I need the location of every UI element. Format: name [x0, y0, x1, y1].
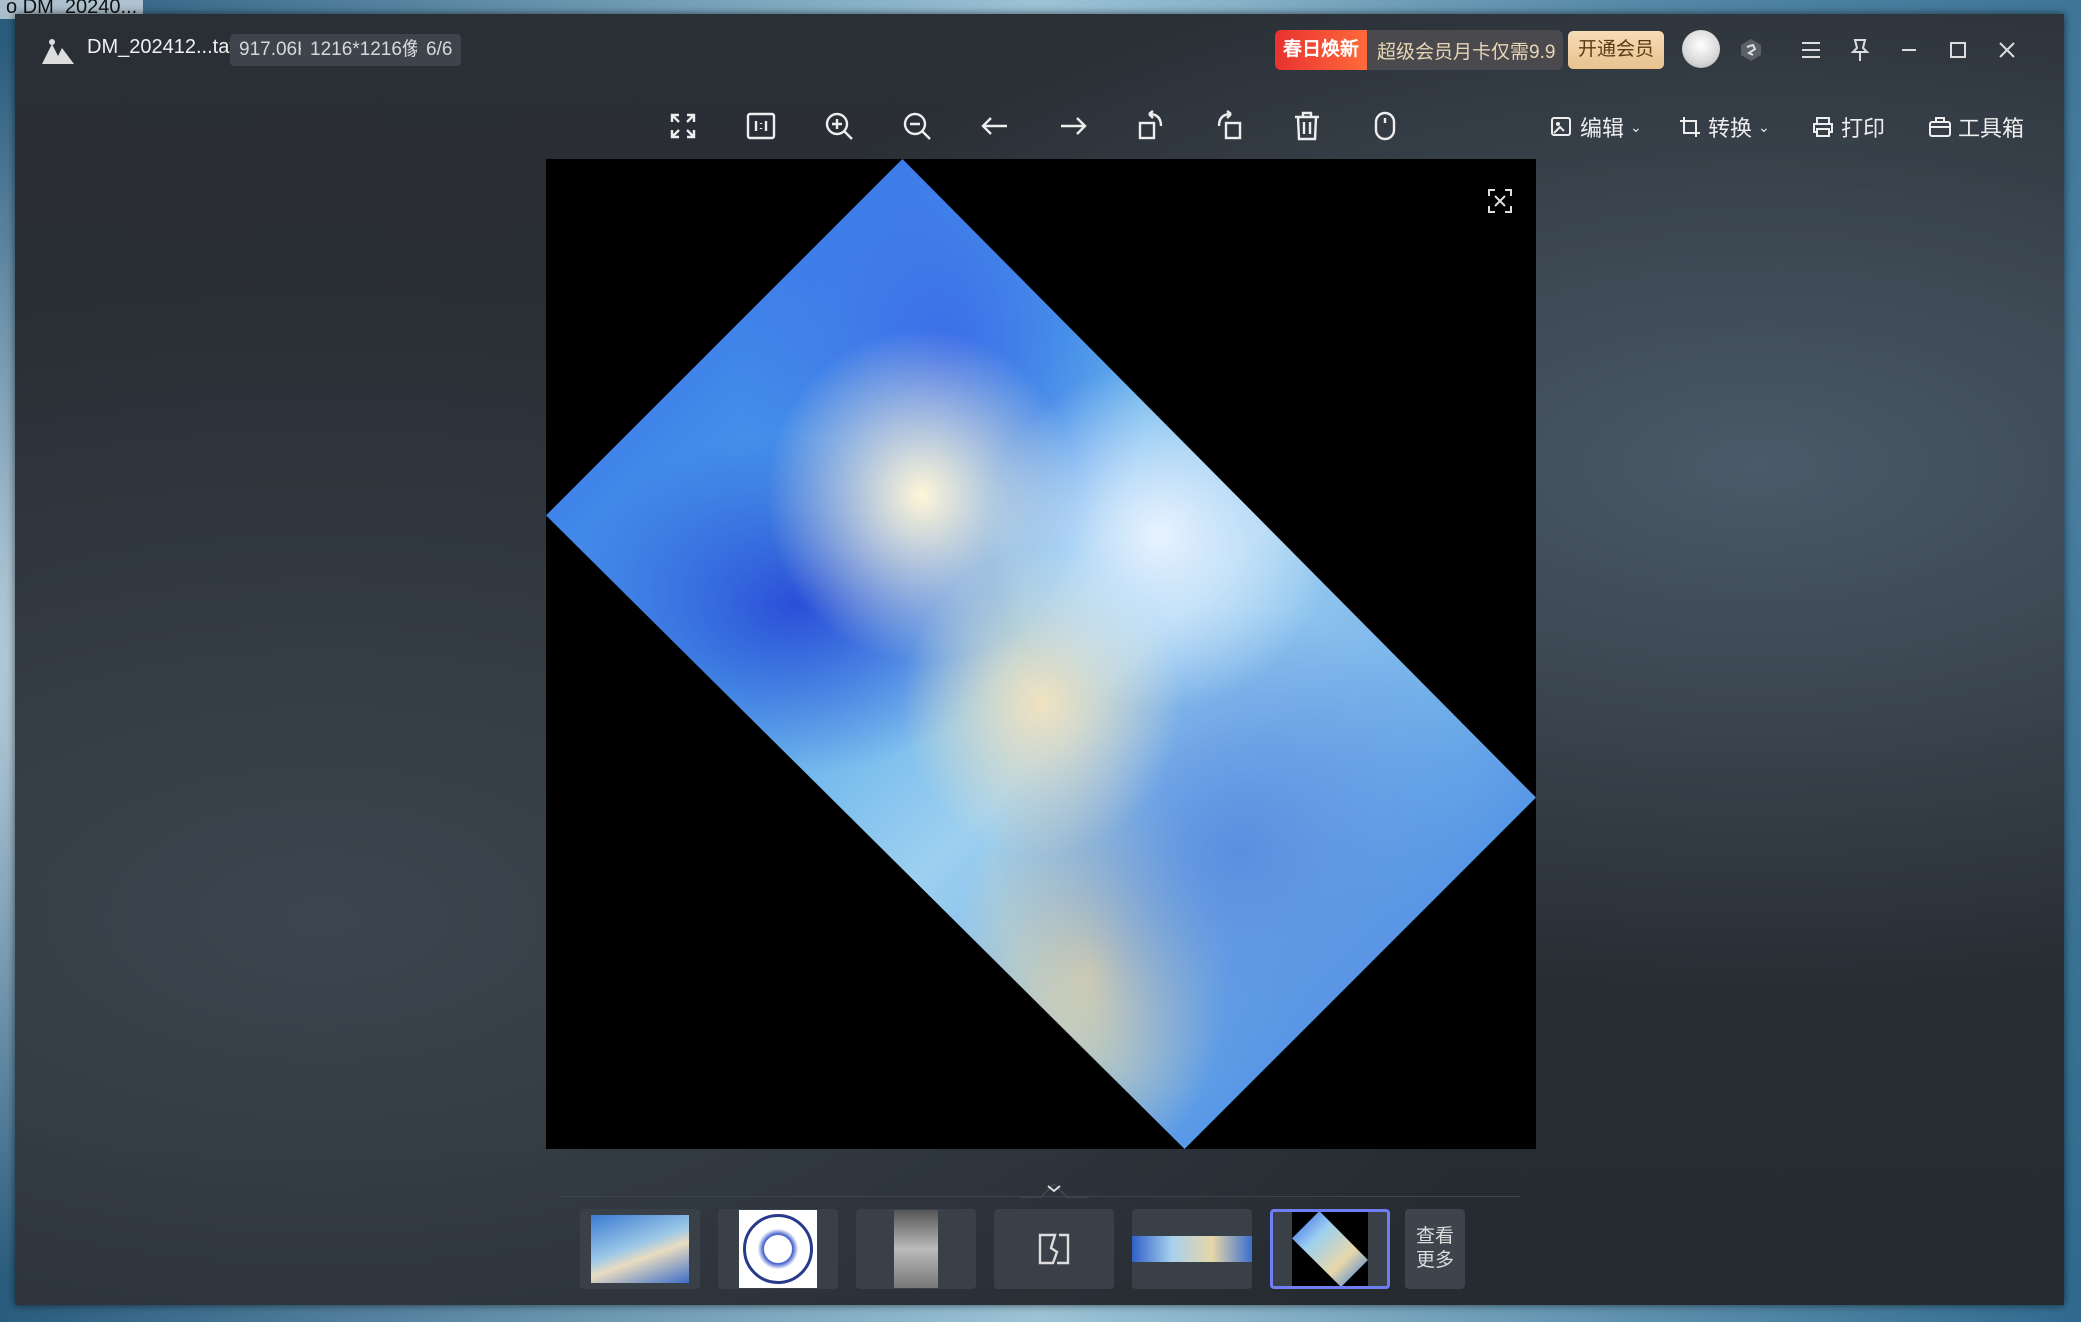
university-seal-icon: [743, 1214, 813, 1284]
app-logo-icon: [42, 39, 74, 64]
thumbnail-6-selected[interactable]: [1270, 1209, 1390, 1289]
prev-arrow-icon[interactable]: [979, 110, 1011, 142]
edit-button[interactable]: 编辑 ⌄: [1550, 110, 1642, 144]
thumbnail-3-image: [894, 1210, 938, 1288]
thumbnail-1[interactable]: [580, 1209, 700, 1289]
view-more-line1: 查看: [1415, 1226, 1454, 1247]
user-avatar[interactable]: [1682, 30, 1720, 68]
promo-text: 超级会员月卡仅需9.9: [1377, 41, 1556, 63]
delete-icon[interactable]: [1291, 110, 1323, 142]
image-canvas[interactable]: [546, 159, 1536, 1149]
print-button[interactable]: 打印: [1811, 110, 1885, 144]
mouse-icon[interactable]: [1369, 110, 1401, 142]
pin-icon[interactable]: [1846, 36, 1874, 64]
original-size-icon[interactable]: [1485, 186, 1515, 216]
thumbnail-5[interactable]: [1132, 1209, 1252, 1289]
promo-tag: 春日焕新: [1275, 30, 1368, 70]
close-icon[interactable]: [1993, 36, 2021, 64]
open-vip-button[interactable]: 开通会员: [1568, 31, 1664, 69]
edit-label: 编辑: [1580, 116, 1625, 141]
convert-label: 转换: [1708, 116, 1753, 141]
image-viewer-window: DM_202412...tated.png 917.06K 1216*1216像…: [15, 14, 2064, 1305]
chevron-down-icon: ⌄: [1630, 118, 1642, 135]
filmstrip-divider: [560, 1196, 1520, 1197]
image-edit-icon: [1551, 117, 1571, 136]
broken-image-icon: [1038, 1233, 1070, 1265]
rotate-left-icon[interactable]: [1135, 110, 1167, 142]
thumbnail-4[interactable]: [994, 1209, 1114, 1289]
minimize-icon[interactable]: [1895, 36, 1923, 64]
thumbnail-2-image: [739, 1210, 817, 1288]
zoom-out-icon[interactable]: [901, 110, 933, 142]
thumbnail-1-image: [591, 1215, 689, 1283]
rotate-right-icon[interactable]: [1213, 110, 1245, 142]
title-bar: DM_202412...tated.png 917.06K 1216*1216像…: [15, 14, 2064, 86]
image-position-badge: 6/6: [417, 34, 462, 66]
view-more-line2: 更多: [1415, 1250, 1454, 1271]
crop-icon: [1680, 117, 1700, 137]
promo-banner[interactable]: 春日焕新 超级会员月卡仅需9.9: [1275, 30, 1563, 70]
thumbnail-6-image: [1292, 1212, 1368, 1286]
toolbox-button[interactable]: 工具箱: [1928, 110, 2024, 144]
menu-icon[interactable]: [1797, 36, 1825, 64]
thumbnail-2[interactable]: [718, 1209, 838, 1289]
fit-screen-icon[interactable]: [667, 110, 699, 142]
collapse-filmstrip-icon[interactable]: [1020, 1172, 1088, 1198]
chevron-down-icon: ⌄: [1758, 118, 1770, 135]
zoom-in-icon[interactable]: [823, 110, 855, 142]
view-more-button[interactable]: 查看 更多: [1405, 1209, 1465, 1289]
toolbox-icon: [1929, 117, 1951, 137]
maximize-icon[interactable]: [1944, 36, 1972, 64]
skin-icon[interactable]: [1737, 36, 1765, 64]
actual-size-icon[interactable]: [745, 110, 777, 142]
convert-button[interactable]: 转换 ⌄: [1678, 110, 1770, 144]
print-label: 打印: [1841, 116, 1886, 141]
next-arrow-icon[interactable]: [1057, 110, 1089, 142]
thumbnail-3[interactable]: [856, 1209, 976, 1289]
rotated-artwork-image: [546, 159, 1536, 1149]
toolbox-label: 工具箱: [1958, 116, 2025, 141]
thumbnail-5-image: [1132, 1236, 1252, 1262]
printer-icon: [1813, 117, 1833, 137]
